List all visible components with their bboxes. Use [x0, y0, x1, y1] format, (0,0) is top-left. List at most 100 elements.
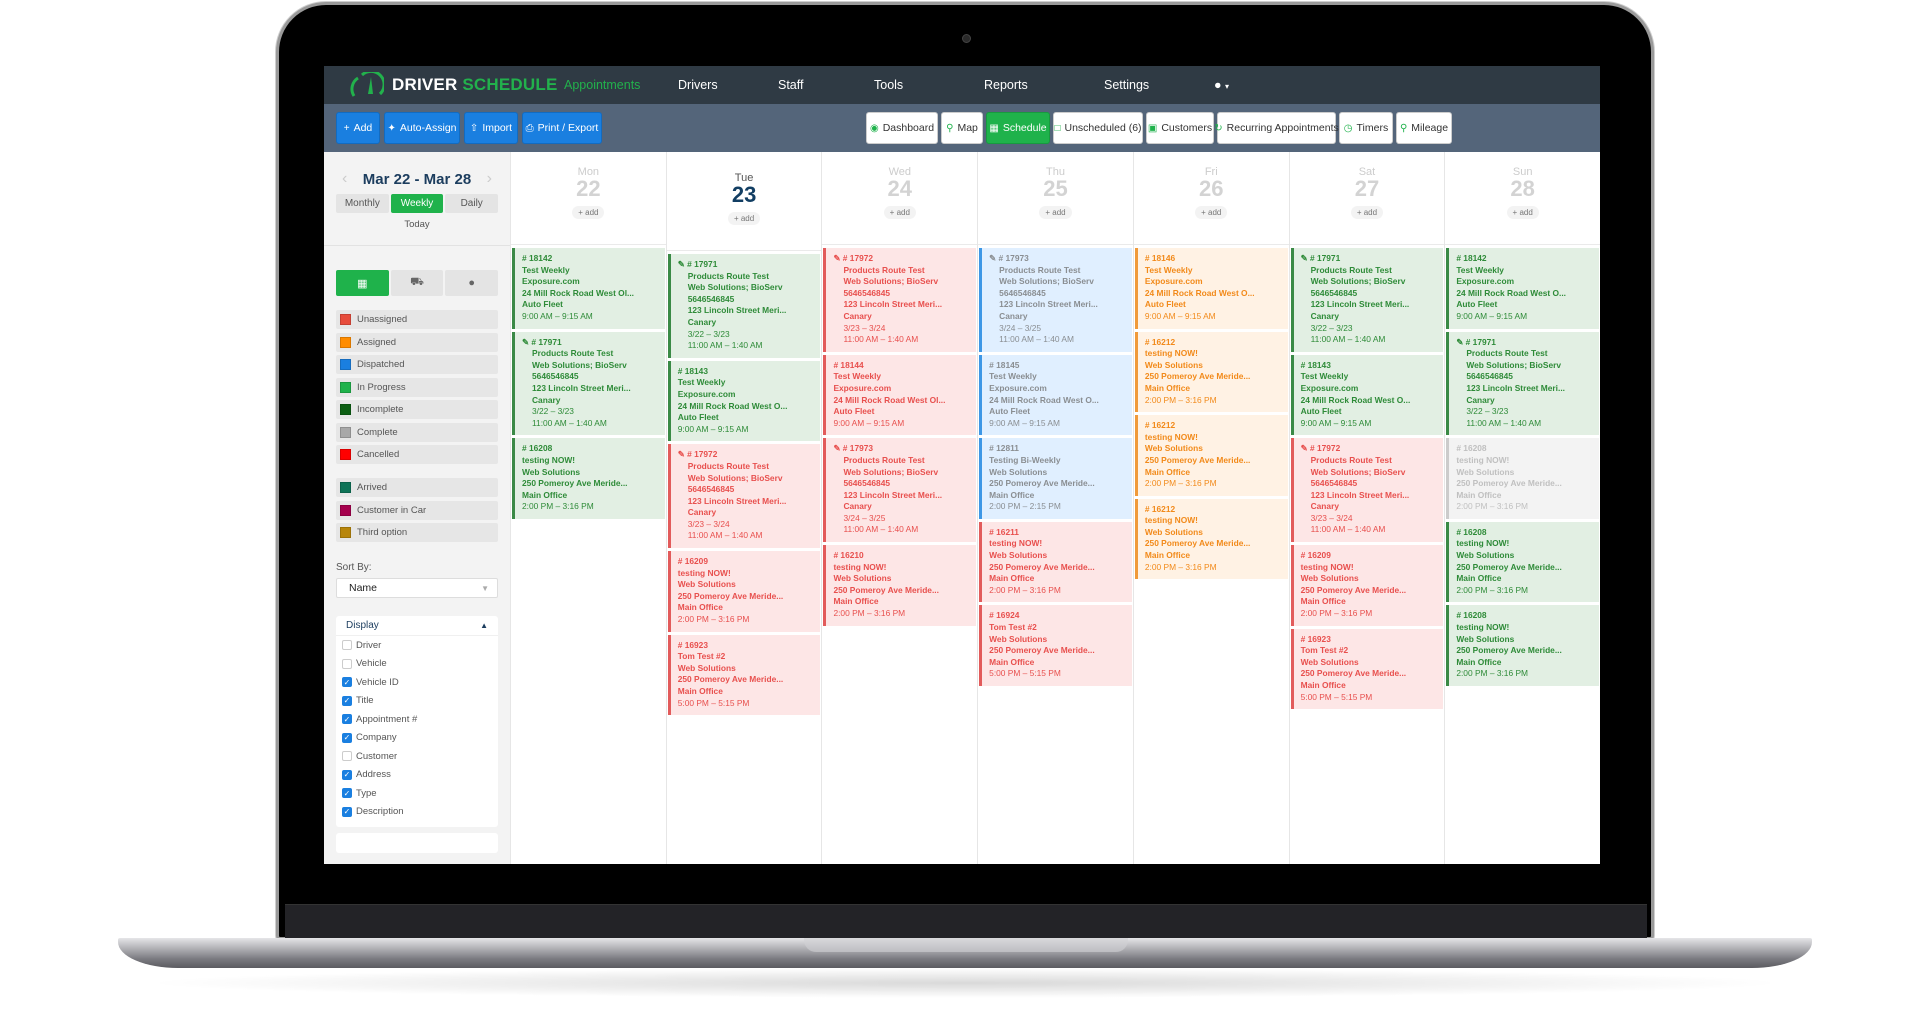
- appointment-card[interactable]: # 16212 testing NOW! Web Solutions 250 Pome…: [1134, 498, 1288, 580]
- view-daily[interactable]: Daily: [445, 194, 499, 213]
- display-option[interactable]: ✓ Vehicle ID: [336, 673, 498, 692]
- appointment-card[interactable]: # 18146 Test Weekly Exposure.com 24 Mill Ro…: [1134, 248, 1288, 329]
- collapsed-panel[interactable]: [336, 833, 498, 853]
- appointment-card[interactable]: ✎ # 17972 Products Route Test Web Solution…: [667, 444, 821, 549]
- print-export-button[interactable]: ⎙ Print / Export: [522, 112, 602, 144]
- appointment-card[interactable]: # 16209 testing NOW! Web Solutions 250 Pome…: [667, 551, 821, 632]
- appointment-card[interactable]: ✎ # 17972 Products Route Test Web Solution…: [823, 248, 977, 352]
- checkbox[interactable]: ✓: [342, 769, 352, 780]
- unscheduled-button[interactable]: □ Unscheduled (6): [1053, 112, 1143, 144]
- display-panel-header[interactable]: Display ▲: [336, 616, 498, 636]
- legend-item[interactable]: Assigned: [336, 332, 498, 352]
- user-menu[interactable]: ● ▾: [1214, 78, 1229, 92]
- legend-item[interactable]: Incomplete: [336, 400, 498, 419]
- checkbox[interactable]: ✓: [342, 677, 352, 688]
- appointment-card[interactable]: # 16209 testing NOW! Web Solutions 250 Pome…: [1290, 545, 1444, 626]
- checkbox[interactable]: ✓: [342, 788, 352, 799]
- add-appointment-button[interactable]: + add: [1506, 206, 1539, 219]
- appointment-card[interactable]: # 18144 Test Weekly Exposure.com 24 Mill Ro…: [823, 354, 977, 436]
- view-weekly[interactable]: Weekly: [390, 194, 444, 213]
- checkbox[interactable]: ✓: [342, 695, 352, 706]
- mileage-button[interactable]: ⚲ Mileage: [1396, 112, 1452, 144]
- add-appointment-button[interactable]: + add: [1195, 206, 1228, 219]
- nav-settings[interactable]: Settings: [1104, 78, 1149, 92]
- legend-item[interactable]: Dispatched: [336, 355, 498, 374]
- customers-button[interactable]: ▣ Customers: [1146, 112, 1214, 144]
- display-option[interactable]: Customer: [336, 747, 498, 766]
- add-appointment-button[interactable]: + add: [1350, 206, 1384, 219]
- appointment-card[interactable]: # 16210 testing NOW! Web Solutions 250 Pome…: [823, 545, 977, 626]
- display-option[interactable]: Vehicle: [336, 655, 498, 674]
- appointment-card[interactable]: ✎ # 17973 Products Route Test Web Solution…: [823, 438, 977, 543]
- appointment-card[interactable]: # 18143 Test Weekly Exposure.com 24 Mill Ro…: [1290, 354, 1444, 436]
- auto-assign-button[interactable]: ✦ Auto-Assign: [384, 112, 460, 144]
- checkbox[interactable]: [342, 640, 352, 651]
- appointment-card[interactable]: # 16924 Tom Test #2 Web Solutions 250 Pomer…: [979, 605, 1132, 686]
- view-monthly[interactable]: Monthly: [336, 194, 389, 213]
- schedule-button[interactable]: ▦ Schedule: [986, 112, 1050, 144]
- nav-reports[interactable]: Reports: [984, 78, 1028, 92]
- display-option[interactable]: ✓ Company: [336, 729, 498, 748]
- add-appointment-button[interactable]: + add: [572, 206, 605, 219]
- add-appointment-button[interactable]: + add: [1039, 206, 1072, 219]
- display-option[interactable]: ✓ Address: [336, 766, 498, 785]
- add-appointment-button[interactable]: + add: [727, 212, 761, 225]
- appointment-card[interactable]: ✎ # 17973 Products Route Test Web Solution…: [979, 248, 1132, 352]
- appointment-card[interactable]: # 16212 testing NOW! Web Solutions 250 Pome…: [1134, 331, 1288, 413]
- chevron-right-icon[interactable]: ›: [487, 170, 492, 188]
- today-link[interactable]: Today: [336, 219, 498, 230]
- calendar-view-button[interactable]: ▦: [336, 270, 389, 296]
- display-option[interactable]: ✓ Type: [336, 784, 498, 803]
- appointment-card[interactable]: # 18143 Test Weekly Exposure.com 24 Mill Ro…: [667, 360, 821, 442]
- checkbox[interactable]: [342, 658, 352, 669]
- map-button[interactable]: ⚲ Map: [941, 112, 983, 144]
- appointment-card[interactable]: # 16211 testing NOW! Web Solutions 250 Pome…: [979, 521, 1132, 603]
- display-option[interactable]: Driver: [336, 636, 498, 655]
- appointment-card[interactable]: ✎ # 17971 Products Route Test Web Solution…: [1290, 248, 1444, 352]
- appointment-card[interactable]: # 16208 testing NOW! Web Solutions 250 Pome…: [1446, 521, 1600, 603]
- add-button[interactable]: + Add: [336, 112, 380, 144]
- appointment-card[interactable]: ✎ # 17971 Products Route Test Web Solution…: [667, 254, 821, 358]
- legend-item[interactable]: Cancelled: [336, 445, 498, 464]
- vehicle-view-button[interactable]: ⛟: [390, 270, 444, 296]
- legend-item[interactable]: Arrived: [336, 478, 498, 497]
- appointment-card[interactable]: ✎ # 17971 Products Route Test Web Solution…: [512, 331, 665, 436]
- dashboard-button[interactable]: ◉ Dashboard: [866, 112, 938, 144]
- legend-item[interactable]: Third option: [336, 523, 498, 542]
- appointment-card[interactable]: # 12811 Testing Bi-Weekly Web Solutions 250…: [979, 438, 1132, 519]
- appointment-card[interactable]: # 16208 testing NOW! Web Solutions 250 Pome…: [1446, 438, 1600, 519]
- recurring-appointments-button[interactable]: ↻ Recurring Appointments: [1214, 112, 1339, 144]
- nav-appointments[interactable]: Appointments: [564, 78, 640, 92]
- chevron-left-icon[interactable]: ‹: [342, 170, 347, 188]
- appointment-card[interactable]: # 18145 Test Weekly Exposure.com 24 Mill Ro…: [979, 354, 1132, 436]
- display-option[interactable]: ✓ Title: [336, 692, 498, 711]
- display-option[interactable]: ✓ Description: [336, 803, 498, 822]
- legend-item[interactable]: Customer in Car: [336, 500, 498, 520]
- legend-item[interactable]: Unassigned: [336, 310, 498, 329]
- nav-staff[interactable]: Staff: [778, 78, 803, 92]
- checkbox[interactable]: [342, 751, 352, 762]
- checkbox[interactable]: ✓: [342, 732, 352, 743]
- display-option[interactable]: ✓ Appointment #: [336, 710, 498, 729]
- appointment-card[interactable]: ✎ # 17971 Products Route Test Web Solution…: [1446, 331, 1600, 436]
- appointment-card[interactable]: # 16923 Tom Test #2 Web Solutions 250 Pomer…: [1290, 628, 1444, 710]
- add-appointment-button[interactable]: + add: [883, 206, 916, 219]
- appointment-card[interactable]: ✎ # 17972 Products Route Test Web Solution…: [1290, 438, 1444, 543]
- import-button[interactable]: ⇧ Import: [464, 112, 518, 144]
- appointment-card[interactable]: # 16212 testing NOW! Web Solutions 250 Pome…: [1134, 415, 1288, 496]
- appointment-card[interactable]: # 18142 Test Weekly Exposure.com 24 Mill Ro…: [1446, 248, 1600, 329]
- driver-view-button[interactable]: ●: [445, 270, 499, 296]
- appointment-line: 123 Lincoln Street Meri...: [999, 299, 1098, 310]
- appointment-card[interactable]: # 16208 testing NOW! Web Solutions 250 Pome…: [1446, 605, 1600, 686]
- appointment-card[interactable]: # 16208 testing NOW! Web Solutions 250 Pome…: [512, 438, 665, 519]
- checkbox[interactable]: ✓: [342, 806, 352, 817]
- timers-button[interactable]: ◷ Timers: [1339, 112, 1393, 144]
- legend-item[interactable]: Complete: [336, 422, 498, 442]
- sort-by-select[interactable]: Name ▼: [336, 578, 498, 598]
- appointment-card[interactable]: # 16923 Tom Test #2 Web Solutions 250 Pomer…: [667, 634, 821, 716]
- legend-item[interactable]: In Progress: [336, 377, 498, 397]
- nav-tools[interactable]: Tools: [874, 78, 903, 92]
- checkbox[interactable]: ✓: [342, 714, 352, 725]
- nav-drivers[interactable]: Drivers: [678, 78, 718, 92]
- appointment-card[interactable]: # 18142 Test Weekly Exposure.com 24 Mill Ro…: [512, 248, 665, 329]
